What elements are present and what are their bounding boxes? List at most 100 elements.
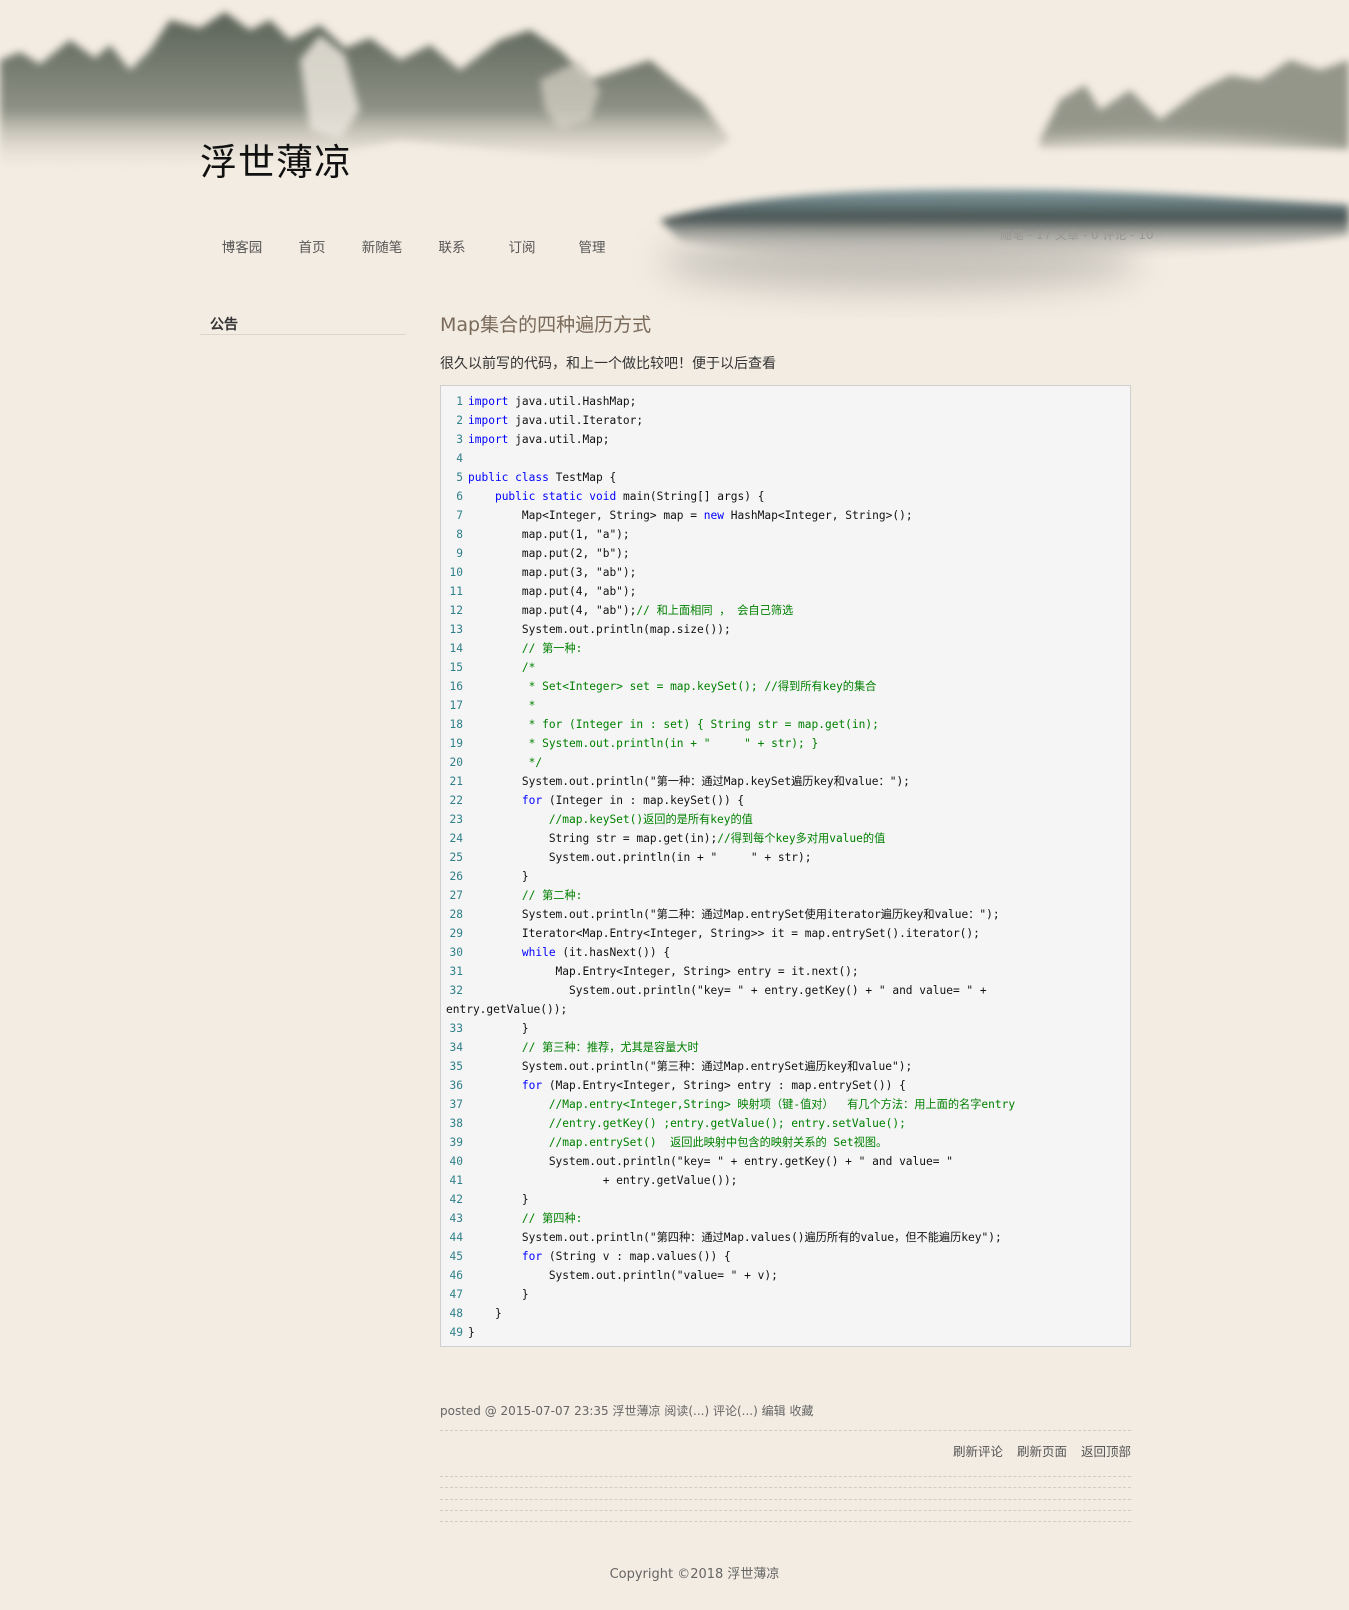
line-number: 39 [449,1136,463,1149]
code-line: 13 System.out.println(map.size()); [441,620,1130,639]
line-number: 38 [449,1117,463,1130]
line-number: 46 [449,1269,463,1282]
post-author-link[interactable]: 浮世薄凉 [613,1404,661,1418]
code-text: for (Integer in : map.keySet()) { [521,794,745,807]
code-text: //map.entrySet() 返回此映射中包含的映射关系的 Set视图。 [468,1136,888,1149]
blog-stats: 随笔 - 17 文章 - 0 评论 - 10 [1000,228,1154,242]
code-line: 24 String str = map.get(in);//得到每个key多对用… [441,829,1130,848]
nav-admin[interactable]: 管理 [564,236,620,256]
code-line: 49} [441,1323,1130,1342]
code-text: //Map.entry<Integer,String> 映射项（键-值对） 有几… [468,1098,1016,1111]
line-number: 25 [449,851,463,864]
line-number: 2 [456,414,463,427]
line-number: 22 [449,794,463,807]
code-line: 33 } [441,1019,1130,1038]
line-number: 10 [449,566,463,579]
nav-subscribe[interactable]: 订阅 [494,236,550,256]
code-text: //entry.getKey() ;entry.getValue(); entr… [468,1117,906,1130]
divider [440,1510,1131,1511]
line-number: 30 [449,946,463,959]
code-line: 47 } [441,1285,1130,1304]
line-number: 37 [449,1098,463,1111]
line-number: 48 [449,1307,463,1320]
line-number: 36 [449,1079,463,1092]
refresh-page-link[interactable]: 刷新页面 [1017,1444,1067,1459]
divider [440,1487,1131,1488]
line-number: 5 [456,471,463,484]
code-line: 1 import java.util.HashMap; [441,392,1130,411]
code-line: 28 System.out.println("第二种：通过Map.entrySe… [441,905,1130,924]
code-line: 26 } [441,867,1130,886]
line-number: 11 [449,585,463,598]
code-text: map.put(4, "ab");// 和上面相同 ， 会自己筛选 [468,604,794,617]
code-line: 41 + entry.getValue()); [441,1171,1130,1190]
post-date: posted @ 2015-07-07 23:35 [440,1404,609,1418]
favorite-link[interactable]: 收藏 [789,1404,813,1418]
line-number: 23 [449,813,463,826]
code-text: } [468,1307,502,1320]
code-line: 40 System.out.println("key= " + entry.ge… [441,1152,1130,1171]
code-text: import java.util.Iterator; [468,414,644,427]
post-main: Map集合的四种遍历方式 很久以前写的代码，和上一个做比较吧！便于以后查看 1i… [440,310,1131,1347]
code-text: map.put(2, "b"); [468,547,630,560]
refresh-comments-link[interactable]: 刷新评论 [953,1444,1003,1459]
code-text: import java.util.HashMap; [468,395,637,408]
line-number: 15 [449,661,463,674]
divider [440,1430,1131,1431]
code-text: System.out.println("第一种：通过Map.keySet遍历ke… [468,775,910,788]
code-line: 7 Map<Integer, String> map = new HashMap… [441,506,1130,525]
top-nav: 博客园 首页 新随笔 联系 订阅 管理 [200,236,620,256]
code-text: for (Map.Entry<Integer, String> entry : … [521,1079,906,1092]
code-line: 19 * System.out.println(in + " " + str);… [441,734,1130,753]
line-number: 14 [449,642,463,655]
code-text: map.put(3, "ab"); [468,566,637,579]
code-text: System.out.println("第四种：通过Map.values()遍历… [468,1231,1002,1244]
line-number: 40 [449,1155,463,1168]
line-number: 9 [456,547,463,560]
line-number: 13 [449,623,463,636]
line-number: 17 [449,699,463,712]
code-line: 8 map.put(1, "a"); [441,525,1130,544]
line-number: 26 [449,870,463,883]
edit-link[interactable]: 编辑 [762,1404,786,1418]
nav-home[interactable]: 首页 [284,236,340,256]
line-number: 27 [449,889,463,902]
code-text: map.put(4, "ab"); [468,585,637,598]
read-count: 阅读(...) [664,1404,710,1418]
line-number: 33 [449,1022,463,1035]
line-number: 19 [449,737,463,750]
line-number: 34 [449,1041,463,1054]
code-line: 36 for (Map.Entry<Integer, String> entry… [441,1076,1130,1095]
code-text: Iterator<Map.Entry<Integer, String>> it … [468,927,980,940]
nav-new-post[interactable]: 新随笔 [354,236,410,256]
code-text: System.out.println("key= " + entry.getKe… [468,984,987,997]
line-number: 4 [456,452,463,465]
code-line: 2 import java.util.Iterator; [441,411,1130,430]
blog-title[interactable]: 浮世薄凉 [200,132,352,186]
code-text: public class TestMap { [468,471,617,484]
divider [440,1476,1131,1477]
code-text: /* [468,661,536,674]
nav-contact[interactable]: 联系 [424,236,480,256]
code-text: // 第二种: [468,889,583,902]
code-text: // 第三种：推荐，尤其是容量大时 [468,1041,699,1054]
code-text: } [468,1022,529,1035]
code-line: 14 // 第一种: [441,639,1130,658]
line-number: 43 [449,1212,463,1225]
nav-cnblogs[interactable]: 博客园 [214,236,270,256]
post-title[interactable]: Map集合的四种遍历方式 [440,310,1131,337]
code-line: 20 */ [441,753,1130,772]
line-number: 49 [449,1326,463,1339]
code-line: 17 * [441,696,1130,715]
sidebar: 公告 [200,314,406,335]
code-line: 30 while (it.hasNext()) { [441,943,1130,962]
code-line: 15 /* [441,658,1130,677]
code-line: 6 public static void main(String[] args)… [441,487,1130,506]
code-block: 1 import java.util.HashMap; 2 import java.u… [440,385,1131,1347]
code-text: Map.Entry<Integer, String> entry = it.ne… [468,965,859,978]
back-to-top-link[interactable]: 返回顶部 [1081,1444,1131,1459]
code-text: * [468,699,536,712]
code-text: * System.out.println(in + " " + str); } [468,737,819,750]
code-line: 27 // 第二种: [441,886,1130,905]
code-text: */ [468,756,543,769]
